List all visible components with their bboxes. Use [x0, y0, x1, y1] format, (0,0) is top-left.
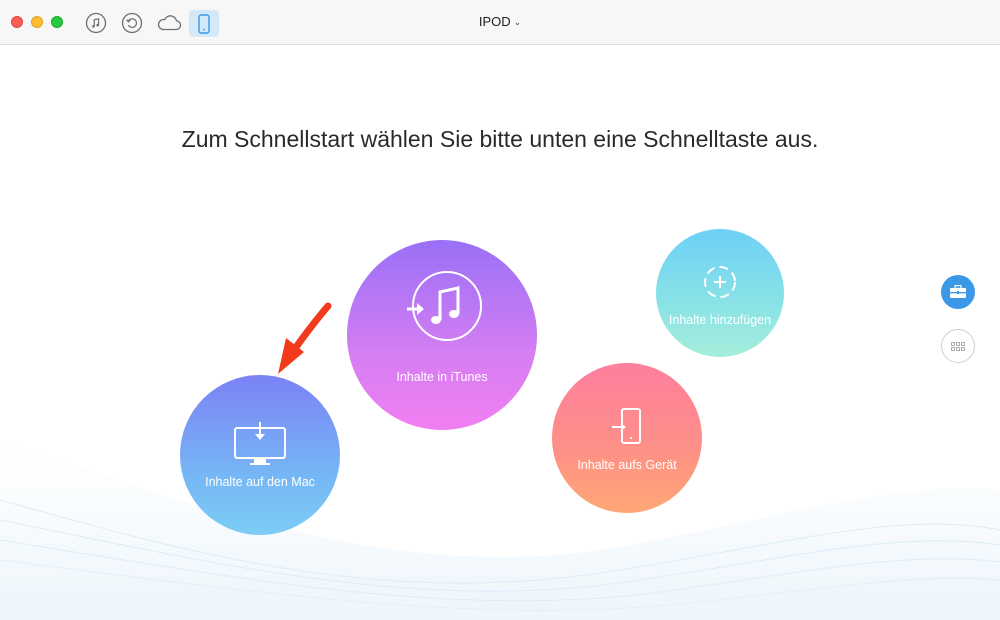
grid-view-button[interactable]: [941, 329, 975, 363]
background-waves: [0, 440, 1000, 620]
monitor-download-icon: [234, 422, 286, 465]
import-to-device-button[interactable]: Inhalte aufs Gerät: [552, 363, 702, 513]
device-selector[interactable]: IPOD ⌄: [460, 14, 540, 29]
grid-icon: [951, 341, 965, 351]
toolbox-button[interactable]: [941, 275, 975, 309]
export-to-mac-label: Inhalte auf den Mac: [205, 475, 315, 489]
zoom-window-button[interactable]: [51, 16, 63, 28]
page-title: Zum Schnellstart wählen Sie bitte unten …: [181, 126, 819, 152]
add-crosshair-icon: [704, 266, 736, 298]
minimize-window-button[interactable]: [31, 16, 43, 28]
chevron-down-icon: ⌄: [513, 17, 522, 27]
toolbox-icon: [950, 285, 966, 298]
export-to-mac-button[interactable]: Inhalte auf den Mac: [180, 375, 340, 535]
export-to-itunes-button[interactable]: Inhalte in iTunes: [347, 240, 537, 430]
add-content-label: Inhalte hinzufügen: [668, 313, 772, 327]
add-content-button[interactable]: Inhalte hinzufügen: [656, 229, 784, 357]
itunes-transfer-icon: [407, 271, 482, 341]
phone-icon[interactable]: [189, 10, 219, 37]
pointer-arrow: [278, 302, 332, 374]
device-name: IPOD: [478, 14, 511, 29]
music-note-icon[interactable]: [83, 10, 109, 36]
close-window-button[interactable]: [11, 16, 23, 28]
restore-icon[interactable]: [119, 10, 145, 36]
cloud-icon[interactable]: [155, 10, 183, 36]
title-bar: IPOD ⌄: [0, 0, 1000, 45]
import-to-device-label: Inhalte aufs Gerät: [577, 458, 677, 472]
export-to-itunes-label: Inhalte in iTunes: [396, 370, 488, 384]
device-import-icon: [612, 408, 641, 444]
